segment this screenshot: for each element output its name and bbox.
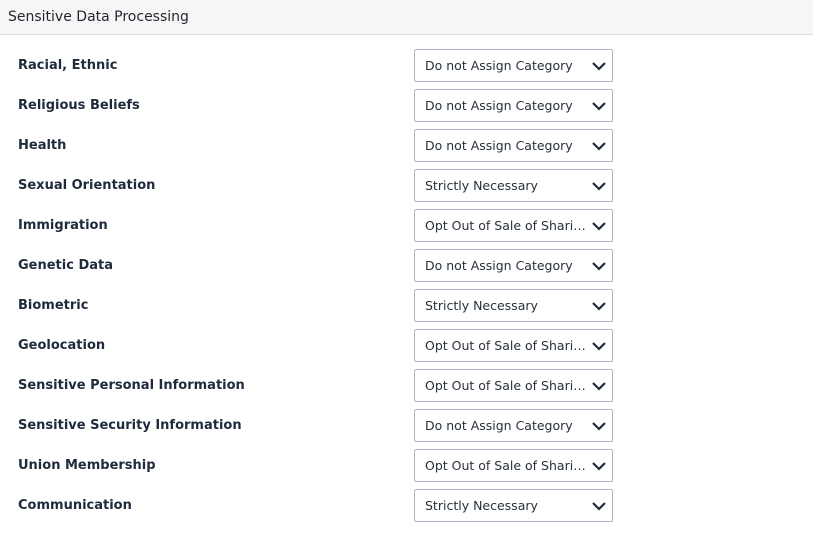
category-select[interactable]: Do not Assign Category — [414, 129, 613, 162]
category-label: Geolocation — [18, 338, 106, 353]
chevron-down-icon — [592, 302, 606, 311]
category-row: Racial, Ethnic Do not Assign Category — [0, 49, 813, 89]
section-header: Sensitive Data Processing — [0, 0, 813, 35]
select-value: Do not Assign Category — [425, 138, 573, 153]
chevron-down-icon — [592, 142, 606, 151]
category-select[interactable]: Do not Assign Category — [414, 409, 613, 442]
select-value: Opt Out of Sale of Sharing of Personal I… — [425, 218, 593, 233]
category-row: Biometric Strictly Necessary — [0, 289, 813, 329]
select-value: Do not Assign Category — [425, 418, 573, 433]
category-row: Health Do not Assign Category — [0, 129, 813, 169]
category-label: Genetic Data — [18, 258, 114, 273]
chevron-down-icon — [592, 262, 606, 271]
category-label: Sexual Orientation — [18, 178, 156, 193]
category-select[interactable]: Strictly Necessary — [414, 489, 613, 522]
category-label: Racial, Ethnic — [18, 58, 118, 73]
category-row: Sexual Orientation Strictly Necessary — [0, 169, 813, 209]
category-row: Genetic Data Do not Assign Category — [0, 249, 813, 289]
category-select[interactable]: Strictly Necessary — [414, 289, 613, 322]
chevron-down-icon — [592, 182, 606, 191]
category-label: Immigration — [18, 218, 108, 233]
chevron-down-icon — [592, 222, 606, 231]
category-label: Health — [18, 138, 67, 153]
select-value: Strictly Necessary — [425, 178, 538, 193]
select-value: Do not Assign Category — [425, 98, 573, 113]
category-label: Religious Beliefs — [18, 98, 140, 113]
category-row: Union Membership Opt Out of Sale of Shar… — [0, 449, 813, 489]
category-select[interactable]: Strictly Necessary — [414, 169, 613, 202]
category-select[interactable]: Opt Out of Sale of Sharing of Personal I… — [414, 369, 613, 402]
category-row: Religious Beliefs Do not Assign Category — [0, 89, 813, 129]
section-title: Sensitive Data Processing — [8, 9, 189, 25]
category-label: Union Membership — [18, 458, 156, 473]
select-value: Opt Out of Sale of Sharing of Personal I… — [425, 338, 593, 353]
select-value: Do not Assign Category — [425, 58, 573, 73]
category-row: Sensitive Security Information Do not As… — [0, 409, 813, 449]
category-select[interactable]: Do not Assign Category — [414, 249, 613, 282]
category-label: Sensitive Security Information — [18, 418, 242, 433]
category-label: Sensitive Personal Information — [18, 378, 245, 393]
chevron-down-icon — [592, 382, 606, 391]
chevron-down-icon — [592, 62, 606, 71]
chevron-down-icon — [592, 342, 606, 351]
category-label: Biometric — [18, 298, 89, 313]
category-select[interactable]: Do not Assign Category — [414, 49, 613, 82]
chevron-down-icon — [592, 502, 606, 511]
select-value: Strictly Necessary — [425, 298, 538, 313]
category-select[interactable]: Opt Out of Sale of Sharing of Personal I… — [414, 449, 613, 482]
category-row: Immigration Opt Out of Sale of Sharing o… — [0, 209, 813, 249]
chevron-down-icon — [592, 422, 606, 431]
category-row: Sensitive Personal Information Opt Out o… — [0, 369, 813, 409]
category-select[interactable]: Do not Assign Category — [414, 89, 613, 122]
select-value: Strictly Necessary — [425, 498, 538, 513]
category-select[interactable]: Opt Out of Sale of Sharing of Personal I… — [414, 329, 613, 362]
select-value: Opt Out of Sale of Sharing of Personal I… — [425, 458, 593, 473]
category-select[interactable]: Opt Out of Sale of Sharing of Personal I… — [414, 209, 613, 242]
select-value: Do not Assign Category — [425, 258, 573, 273]
category-row: Geolocation Opt Out of Sale of Sharing o… — [0, 329, 813, 369]
category-row: Communication Strictly Necessary — [0, 489, 813, 529]
chevron-down-icon — [592, 102, 606, 111]
select-value: Opt Out of Sale of Sharing of Personal I… — [425, 378, 593, 393]
chevron-down-icon — [592, 462, 606, 471]
category-label: Communication — [18, 498, 132, 513]
